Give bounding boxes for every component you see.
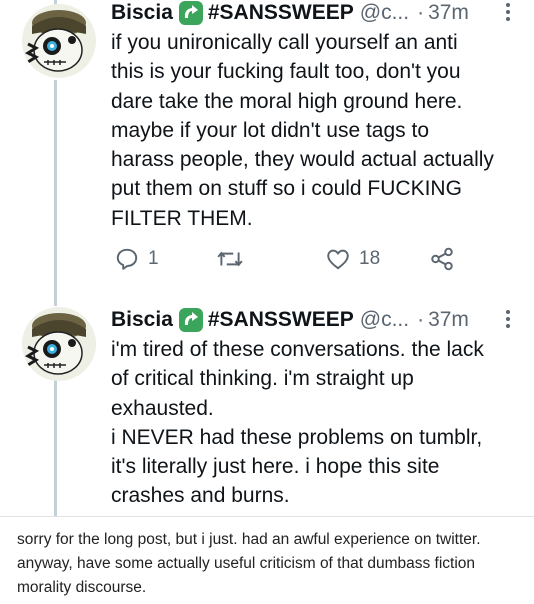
more-options-icon[interactable] — [501, 308, 515, 330]
recycle-arrow-icon — [178, 1, 203, 25]
reply-bubble-icon — [116, 248, 138, 270]
separator-dot: · — [417, 1, 425, 24]
hashtag[interactable]: #SANSSWEEP — [208, 307, 354, 333]
timestamp[interactable]: 37m — [428, 307, 469, 333]
retweet-button[interactable] — [216, 244, 252, 274]
separator-dot: · — [417, 308, 425, 331]
divider — [0, 516, 534, 517]
like-count: 18 — [359, 248, 381, 269]
tweet-line: this is your fucking fault too, don't yo… — [111, 60, 461, 84]
tweet-actions: 1 18 — [111, 244, 471, 274]
tweet-line: of critical thinking. i'm straight up — [111, 367, 414, 391]
retweet-icon — [217, 251, 243, 267]
hashtag[interactable]: #SANSSWEEP — [208, 0, 354, 26]
tweet-line: harass people, they would actual actuall… — [111, 148, 494, 172]
tweet-text: i'm tired of these conversations. the la… — [111, 335, 484, 511]
caption-line: sorry for the long post, but i just. had… — [17, 531, 481, 548]
like-button[interactable]: 18 — [325, 244, 380, 274]
share-icon — [431, 247, 453, 271]
tweet-line: i'm tired of these conversations. the la… — [111, 338, 484, 361]
tweet-line: maybe if your lot didn't use tags to — [111, 118, 430, 142]
tweet-line: crashes and burns. — [111, 484, 290, 508]
display-name[interactable]: Biscia — [111, 0, 173, 26]
thread-line-middle — [54, 80, 57, 306]
tweet-line: it's literally just here. i hope this si… — [111, 455, 440, 479]
caption-line: morality discourse. — [17, 579, 147, 596]
tweet-text: if you unironically call yourself an ant… — [111, 28, 494, 233]
tweet-line: dare take the moral high ground here. — [111, 89, 463, 113]
display-name[interactable]: Biscia — [111, 307, 173, 333]
more-options-icon[interactable] — [501, 1, 515, 23]
user-handle[interactable]: @c... — [360, 0, 409, 26]
avatar[interactable] — [22, 4, 96, 78]
avatar[interactable] — [22, 307, 96, 381]
heart-icon — [327, 249, 349, 270]
user-handle[interactable]: @c... — [360, 307, 409, 333]
post-caption: sorry for the long post, but i just. had… — [17, 528, 527, 600]
tweet-line: if you unironically call yourself an ant… — [111, 31, 458, 54]
share-button[interactable] — [429, 244, 455, 274]
reply-count: 1 — [148, 248, 159, 269]
tweet-line: FILTER THEM. — [111, 206, 253, 230]
tweet-line: i NEVER had these problems on tumblr, — [111, 425, 483, 449]
recycle-arrow-icon — [178, 308, 203, 332]
timestamp[interactable]: 37m — [428, 0, 469, 26]
thread-line-bottom — [54, 380, 57, 516]
skull-character-avatar-icon — [22, 4, 96, 78]
reply-button[interactable]: 1 — [114, 244, 159, 274]
caption-line: anyway, have some actually useful critic… — [17, 555, 476, 572]
tweet-line: exhausted. — [111, 396, 214, 420]
skull-character-avatar-icon — [22, 307, 96, 381]
tweet-line: put them on stuff so i could FUCKING — [111, 177, 462, 201]
